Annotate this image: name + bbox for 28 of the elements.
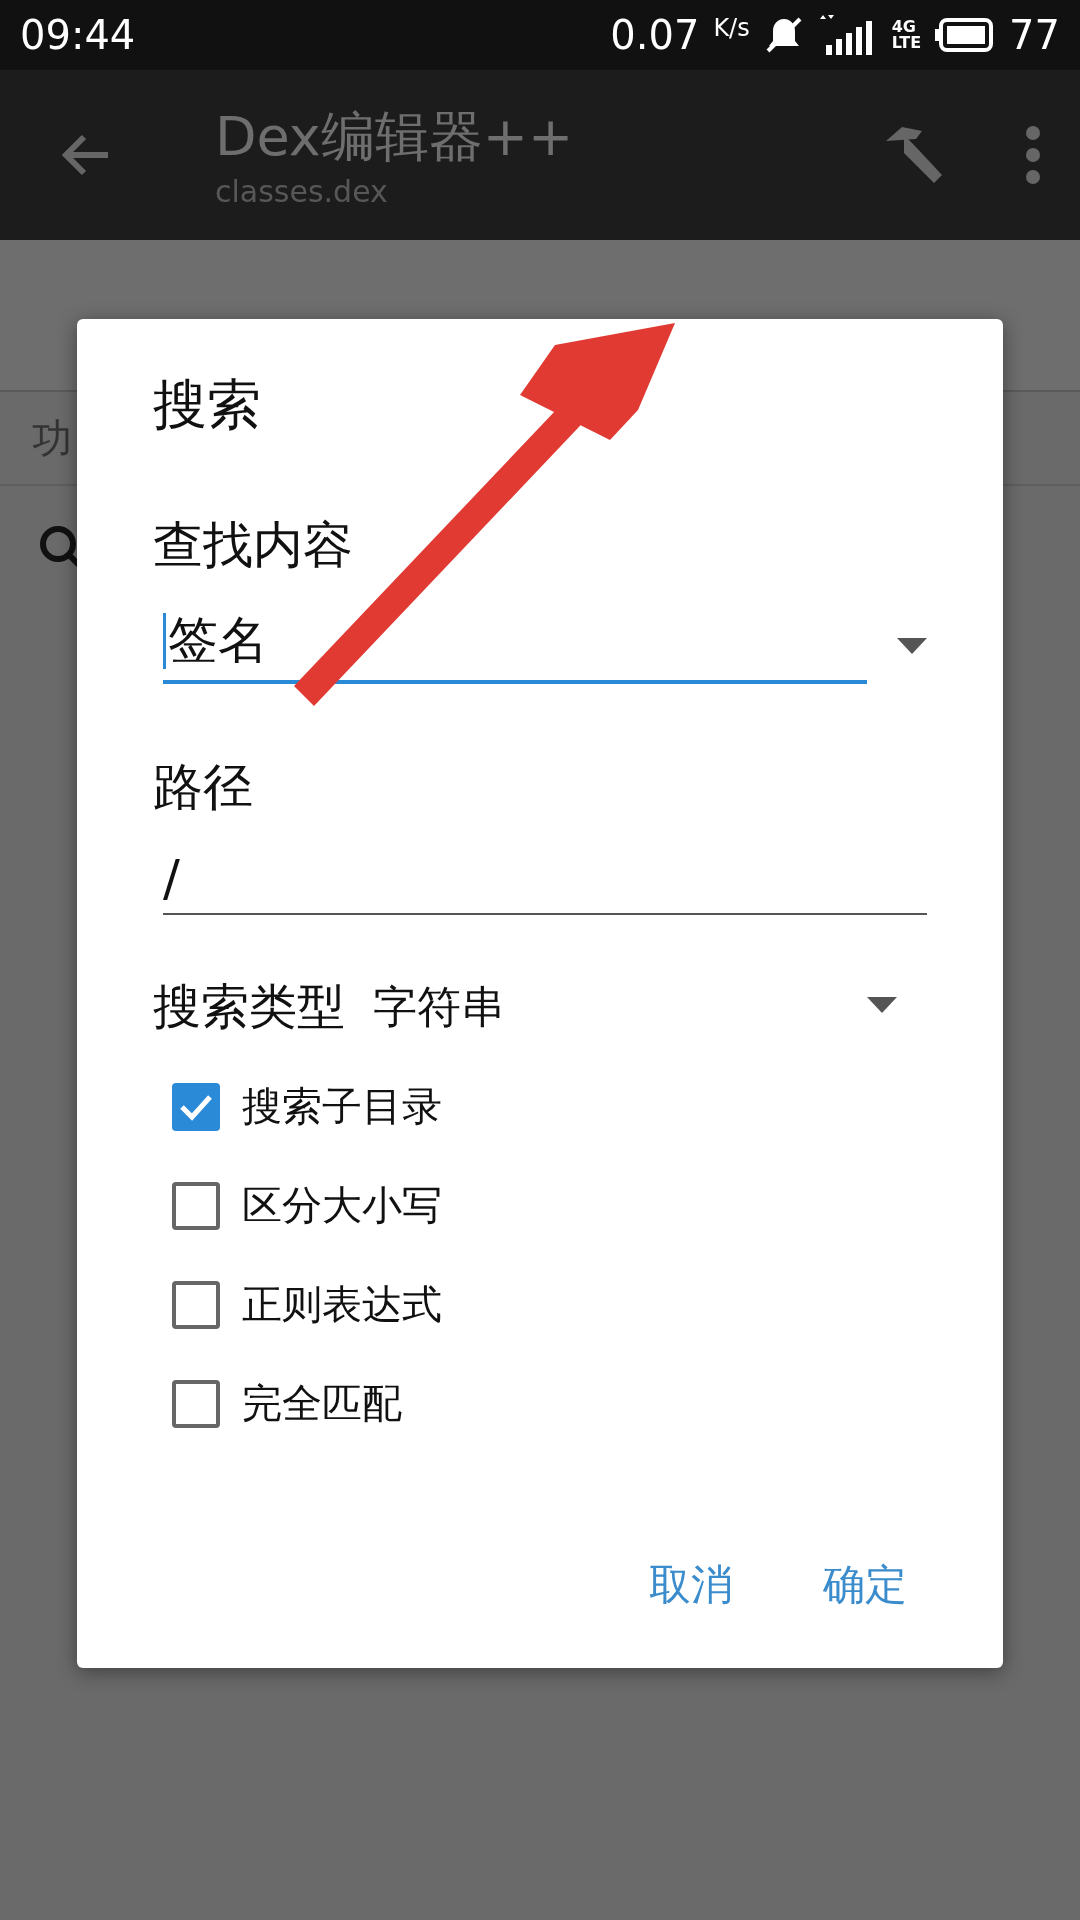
dropdown-icon[interactable] — [867, 997, 897, 1013]
checkbox-label: 区分大小写 — [242, 1181, 442, 1230]
checkbox[interactable] — [172, 1379, 220, 1428]
back-arrow-icon[interactable] — [60, 133, 110, 177]
dialog-button[interactable]: 确定 — [823, 1557, 907, 1613]
input-field[interactable]: / — [163, 849, 927, 915]
field-label: 路径 — [153, 757, 253, 818]
field-label: 查找内容 — [153, 515, 353, 576]
battery-level: 77 — [1009, 12, 1060, 58]
dropdown-icon[interactable] — [897, 637, 927, 654]
network-type: 4G LTE — [891, 19, 922, 51]
checkbox-label: 正则表达式 — [242, 1280, 442, 1329]
speed-unit: K/s — [713, 14, 750, 42]
checkbox[interactable] — [172, 1082, 220, 1131]
checkbox-label: 完全匹配 — [242, 1379, 402, 1428]
dialog-button[interactable]: 取消 — [649, 1557, 733, 1613]
checkbox[interactable] — [172, 1181, 220, 1230]
more-icon[interactable] — [1026, 125, 1040, 185]
status-time: 09:44 — [20, 12, 137, 58]
app-title: Dex编辑器++ — [215, 104, 575, 170]
checkbox[interactable] — [172, 1280, 220, 1329]
dialog-title: 搜索 — [153, 372, 262, 438]
search-type-label: 搜索类型 — [153, 977, 345, 1036]
network-speed: 0.07 — [610, 12, 700, 58]
battery-icon — [935, 18, 996, 52]
checkbox-label: 搜索子目录 — [242, 1082, 442, 1131]
file-name: classes.dex — [215, 174, 389, 209]
search-type-value[interactable]: 字符串 — [373, 977, 839, 1037]
